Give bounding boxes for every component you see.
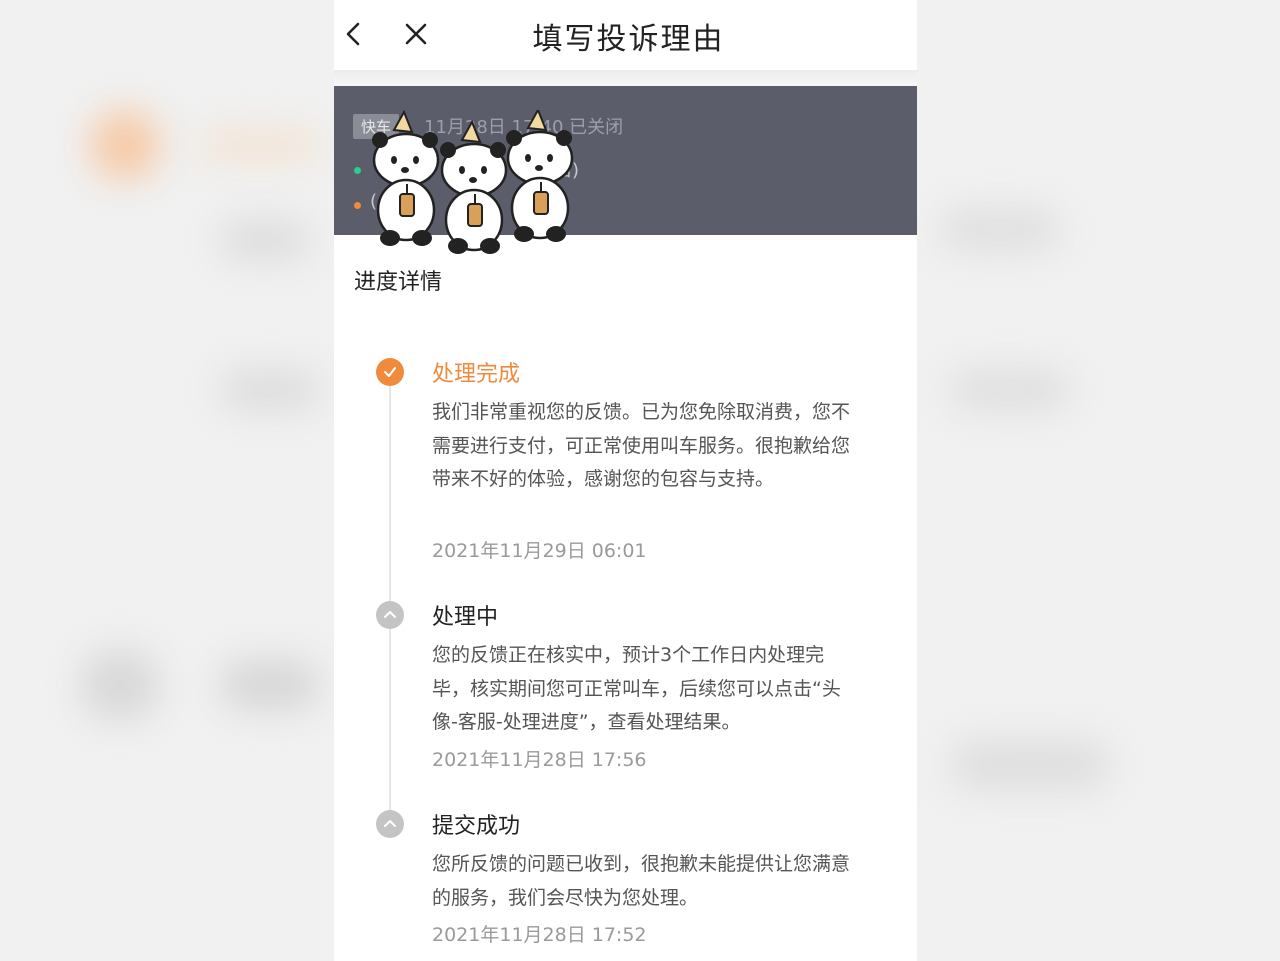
chevron-up-icon [384,611,396,618]
complaint-screen: 填写投诉理由 快车 11月28日 17:40 已关闭 店) ( [334,0,917,961]
nav-divider [334,70,917,86]
step-description: 我们非常重视您的反馈。已为您免除取消费，您不需要进行支付，可正常使用叫车服务。很… [432,401,851,490]
step-title: 提交成功 [432,814,521,839]
check-icon [384,367,396,377]
step-date: 2021年11月28日 17:56 [432,749,647,771]
blurred-shape [220,370,320,410]
step-date: 2021年11月29日 06:01 [432,540,647,562]
step-past-indicator [376,810,404,838]
step-date: 2021年11月28日 17:52 [432,924,647,946]
navigation-bar: 填写投诉理由 [334,0,917,70]
step-completed-indicator [376,358,404,386]
step-title: 处理中 [432,605,499,630]
blurred-shape [950,740,1110,790]
page-title: 填写投诉理由 [532,22,725,57]
step-title: 处理完成 [432,362,521,387]
step-description: 您所反馈的问题已收到，很抱歉未能提供让您满意的服务，我们会尽快为您处理。 [432,853,851,909]
blurred-shape [220,660,320,710]
step-description: 您的反馈正在核实中，预计3个工作日内处理完毕，核实期间您可正常叫车，后续您可以点… [432,644,841,733]
panda-sticker [506,110,574,242]
panda-sticker [372,110,440,246]
start-point-dot [354,167,361,174]
blurred-shape [220,220,310,260]
progress-section-title: 进度详情 [354,270,443,295]
step-past-indicator [376,601,404,629]
blurred-shape [80,650,160,720]
panda-sticker [440,119,508,254]
blurred-shape [200,130,320,160]
blurred-shape [90,110,160,180]
blurred-shape [950,370,1070,410]
chevron-up-icon [384,820,396,827]
end-point-dot [354,202,361,209]
blurred-shape [940,210,1060,250]
panda-sticker-illustration [372,110,574,254]
